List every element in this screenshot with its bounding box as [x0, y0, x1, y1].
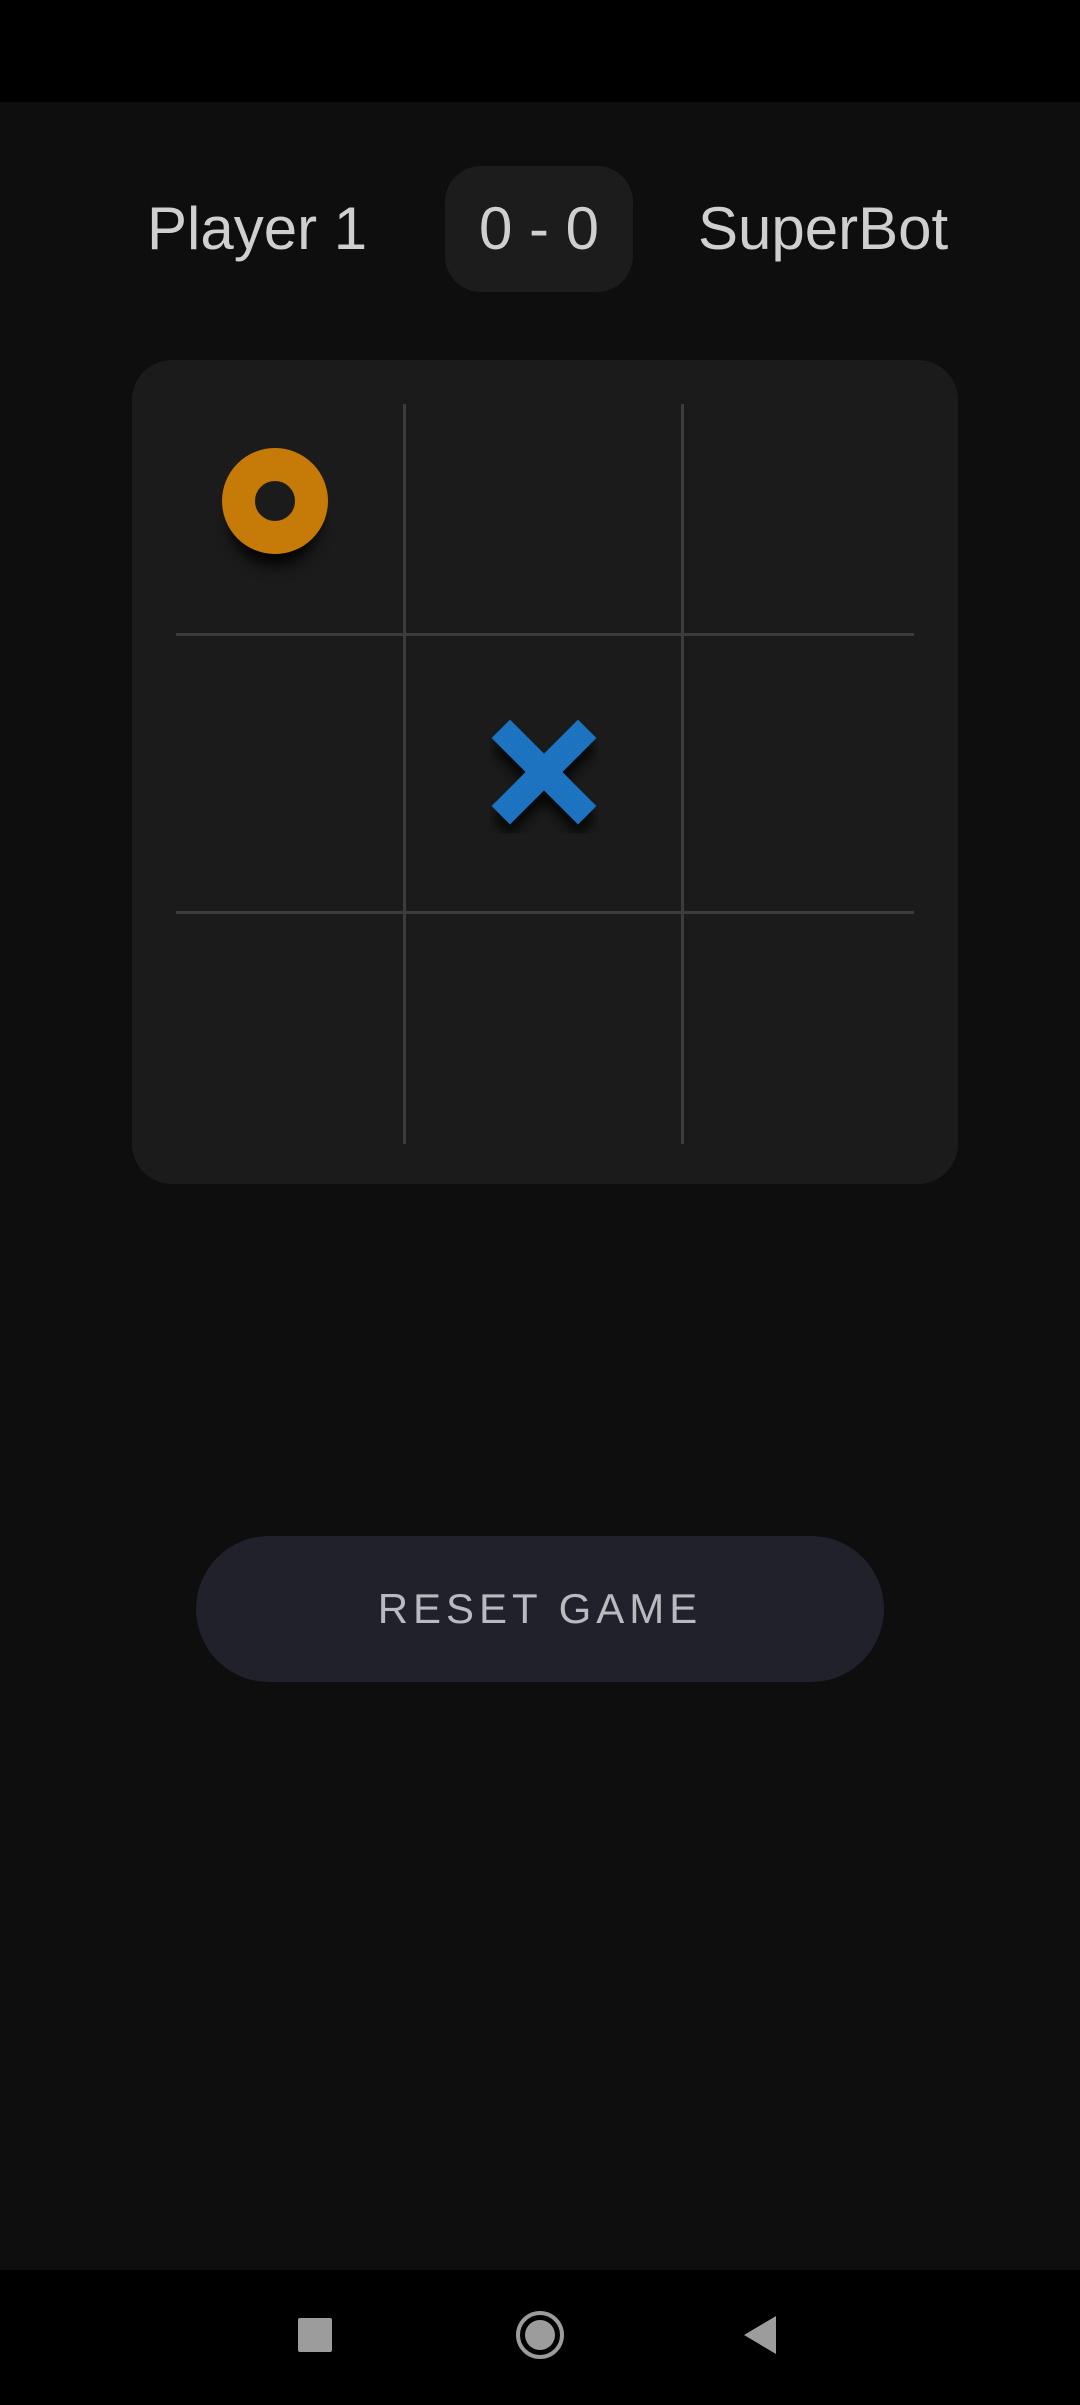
x-mark-icon — [491, 719, 597, 825]
home-circle-icon — [516, 2311, 564, 2359]
back-triangle-icon — [744, 2316, 776, 2354]
board-cell[interactable] — [684, 636, 914, 911]
player-right-name: SuperBot — [698, 195, 949, 262]
player-left-name: Player 1 — [147, 195, 368, 262]
board-cell[interactable] — [176, 636, 403, 911]
o-mark-icon — [222, 448, 328, 554]
system-nav-bar — [0, 2270, 1080, 2400]
scoreboard: Player 1 0 - 0 SuperBot — [0, 166, 1080, 292]
game-board — [132, 360, 958, 1184]
board-cell[interactable] — [176, 404, 403, 633]
board-cell[interactable] — [176, 914, 403, 1144]
status-bar — [0, 0, 1080, 102]
home-button[interactable] — [500, 2270, 580, 2400]
reset-game-button[interactable]: RESET GAME — [196, 1536, 884, 1682]
recents-button[interactable] — [276, 2270, 356, 2400]
back-button[interactable] — [720, 2270, 800, 2400]
board-cell[interactable] — [684, 914, 914, 1144]
recents-square-icon — [298, 2318, 332, 2352]
board-cell[interactable] — [406, 636, 681, 911]
board-cell[interactable] — [406, 914, 681, 1144]
score-display: 0 - 0 — [445, 166, 633, 292]
board-cell[interactable] — [406, 404, 681, 633]
board-cell[interactable] — [684, 404, 914, 633]
